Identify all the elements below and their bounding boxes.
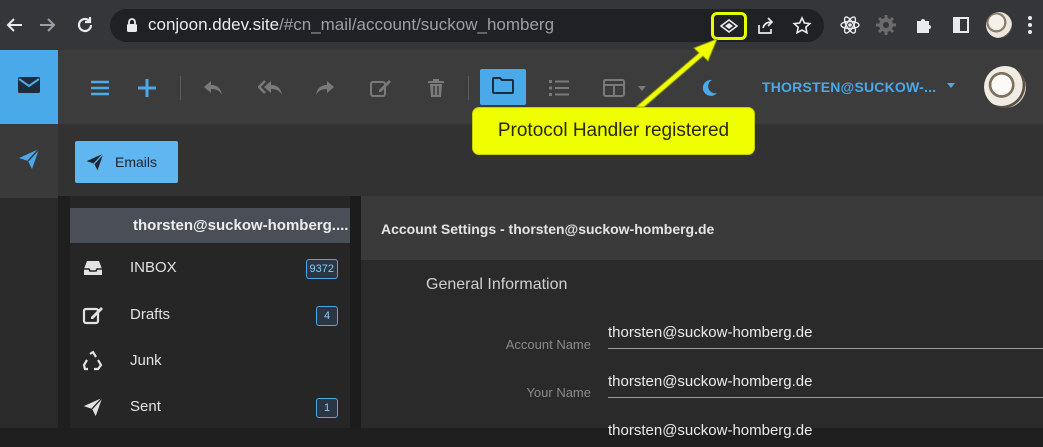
- folder-label: Sent: [130, 398, 161, 415]
- toolbar-separator: [180, 76, 181, 100]
- folder-label: INBOX: [130, 259, 177, 276]
- lock-icon[interactable]: [126, 18, 138, 33]
- account-name-field[interactable]: thorsten@suckow-homberg.de: [608, 317, 1043, 349]
- reload-icon[interactable]: [70, 10, 100, 40]
- forward-mail-icon[interactable]: [308, 72, 342, 104]
- back-icon[interactable]: [0, 10, 30, 40]
- protocol-handler-icon[interactable]: [711, 12, 747, 40]
- compose-module-button[interactable]: [0, 124, 58, 198]
- folder-item-sent[interactable]: Sent 1: [70, 384, 350, 430]
- inbox-icon: [82, 257, 104, 279]
- trash-icon[interactable]: [419, 72, 453, 104]
- reply-icon[interactable]: [196, 72, 230, 104]
- email-field[interactable]: thorsten@suckow-homberg.de: [608, 415, 1043, 447]
- forward-icon[interactable]: [32, 10, 62, 40]
- email-value: thorsten@suckow-homberg.de: [608, 422, 813, 439]
- paper-plane-icon: [82, 396, 104, 418]
- plus-icon[interactable]: [130, 72, 164, 104]
- url-text[interactable]: conjoon.ddev.site/#cn_mail/account/sucko…: [148, 15, 554, 35]
- your-name-field[interactable]: thorsten@suckow-homberg.de: [608, 366, 1043, 398]
- tab-emails[interactable]: Emails: [75, 141, 178, 183]
- folder-item-inbox[interactable]: INBOX 9372: [70, 245, 350, 291]
- folder-item-junk[interactable]: Junk: [70, 338, 350, 384]
- avatar[interactable]: [984, 66, 1026, 108]
- panel-splitter[interactable]: [350, 196, 361, 428]
- paper-plane-icon: [85, 152, 105, 172]
- folder-label: Drafts: [130, 306, 171, 323]
- side-panel-icon[interactable]: [948, 12, 974, 38]
- folder-label: Junk: [130, 352, 162, 369]
- edit-icon[interactable]: [364, 72, 398, 104]
- address-bar[interactable]: conjoon.ddev.site/#cn_mail/account/sucko…: [110, 9, 824, 42]
- tab-label: Emails: [115, 154, 158, 170]
- unread-count-badge: 1: [316, 398, 338, 418]
- url-path: /#cn_mail/account/suckow_homberg: [279, 15, 555, 34]
- reply-all-icon[interactable]: [254, 72, 288, 104]
- section-title: General Information: [426, 276, 568, 293]
- columns-icon[interactable]: [597, 72, 631, 104]
- unread-count-badge: 9372: [305, 259, 338, 279]
- annotation-callout: Protocol Handler registered: [472, 107, 755, 155]
- toolbar-separator: [468, 76, 469, 100]
- list-icon[interactable]: [542, 72, 576, 104]
- folder-tree: thorsten@suckow-homberg.... INBOX 9372 D…: [70, 196, 350, 428]
- page-title: Account Settings - thorsten@suckow-hombe…: [381, 221, 715, 237]
- edit-icon: [82, 304, 104, 326]
- account-menu-label[interactable]: THORSTEN@SUCKOW-...: [762, 79, 936, 95]
- your-name-value: thorsten@suckow-homberg.de: [608, 373, 813, 390]
- envelope-icon: [17, 76, 41, 99]
- mail-module-button[interactable]: [0, 50, 58, 124]
- account-node[interactable]: thorsten@suckow-homberg....: [70, 208, 350, 243]
- account-node-label: thorsten@suckow-homberg....: [133, 217, 349, 234]
- chevron-down-icon[interactable]: [947, 83, 955, 88]
- folder-item-drafts[interactable]: Drafts 4: [70, 292, 350, 338]
- extensions-puzzle-icon[interactable]: [911, 12, 937, 38]
- app-side-rail: [0, 50, 58, 428]
- recycle-icon: [82, 350, 104, 372]
- url-host: conjoon.ddev.site: [148, 15, 280, 34]
- account-name-label: Account Name: [505, 337, 591, 352]
- profile-avatar[interactable]: [986, 12, 1012, 38]
- your-name-label: Your Name: [526, 385, 591, 400]
- account-settings-panel: Account Settings - thorsten@suckow-hombe…: [361, 196, 1043, 439]
- callout-text: Protocol Handler registered: [497, 120, 730, 141]
- panel-header: Account Settings - thorsten@suckow-hombe…: [361, 196, 1043, 260]
- folder-view-button[interactable]: [480, 69, 526, 105]
- chevron-down-icon[interactable]: [638, 86, 646, 91]
- moon-icon[interactable]: [692, 72, 726, 104]
- browser-toolbar: conjoon.ddev.site/#cn_mail/account/sucko…: [0, 0, 1043, 50]
- bookmark-star-icon[interactable]: [790, 14, 814, 38]
- extension-gear-icon[interactable]: [873, 12, 899, 38]
- kebab-menu-icon[interactable]: [1022, 12, 1038, 38]
- hamburger-icon[interactable]: [83, 72, 117, 104]
- account-name-value: thorsten@suckow-homberg.de: [608, 324, 813, 341]
- react-devtools-icon[interactable]: [837, 12, 863, 38]
- share-icon[interactable]: [753, 14, 777, 38]
- paper-plane-icon: [17, 147, 41, 176]
- unread-count-badge: 4: [316, 306, 338, 326]
- folder-icon: [492, 76, 514, 99]
